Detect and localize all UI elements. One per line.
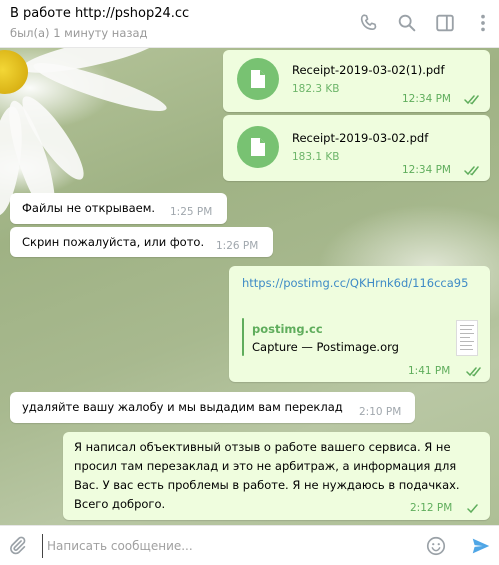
phone-icon[interactable] — [358, 12, 380, 34]
incoming-message[interactable]: удаляйте вашу жалобу и мы выдадим вам пе… — [10, 392, 415, 423]
message-composer — [0, 525, 499, 565]
file-name[interactable]: Receipt-2019-03-02.pdf — [292, 131, 428, 145]
message-time: 2:10 PM — [359, 406, 402, 418]
message-time: 2:12 PM — [410, 502, 453, 514]
message-link[interactable]: https://postimg.cc/QKHrnk6d/116cca95 — [242, 276, 468, 290]
more-icon[interactable] — [472, 12, 494, 34]
search-icon[interactable] — [396, 12, 418, 34]
message-input[interactable] — [42, 534, 419, 558]
file-size: 183.1 KB — [292, 151, 340, 163]
message-time: 1:25 PM — [170, 206, 213, 218]
outgoing-message[interactable]: Я написал объективный отзыв о работе ваш… — [63, 432, 490, 520]
link-message[interactable]: https://postimg.cc/QKHrnk6d/116cca95 pos… — [229, 266, 490, 382]
attach-icon[interactable] — [6, 535, 28, 557]
incoming-message[interactable]: Скрин пожалуйста, или фото. 1:26 PM — [10, 227, 273, 257]
message-time: 12:34 PM — [402, 164, 451, 176]
file-name[interactable]: Receipt-2019-03-02(1).pdf — [292, 63, 445, 77]
link-preview-thumbnail[interactable] — [456, 320, 478, 356]
sent-checkmark-icon — [467, 504, 478, 514]
message-time: 12:34 PM — [402, 93, 451, 105]
message-text-line: Всего доброго. — [74, 497, 166, 511]
chat-area[interactable]: Receipt-2019-03-02(1).pdf 182.3 KB 12:34… — [0, 48, 499, 525]
chat-header: В работе http://pshop24.cc был(а) 1 мину… — [0, 0, 499, 48]
link-preview-site[interactable]: postimg.cc — [252, 322, 323, 336]
message-text-line: просил там перезаклад и это не арбитраж,… — [74, 459, 457, 473]
message-time: 1:41 PM — [408, 365, 451, 377]
sidebar-icon[interactable] — [434, 12, 456, 34]
file-message[interactable]: Receipt-2019-03-02(1).pdf 182.3 KB 12:34… — [223, 50, 490, 112]
read-checkmarks-icon — [466, 367, 481, 377]
message-text: Файлы не открываем. — [22, 201, 156, 215]
read-checkmarks-icon — [464, 166, 479, 176]
file-icon[interactable] — [237, 58, 279, 100]
file-message[interactable]: Receipt-2019-03-02.pdf 183.1 KB 12:34 PM — [223, 115, 490, 181]
chat-title[interactable]: В работе http://pshop24.cc — [10, 6, 189, 21]
file-icon[interactable] — [237, 126, 279, 168]
message-text: Скрин пожалуйста, или фото. — [22, 235, 205, 249]
message-time: 1:26 PM — [216, 240, 259, 252]
incoming-message[interactable]: Файлы не открываем. 1:25 PM — [10, 193, 227, 224]
message-text: удаляйте вашу жалобу и мы выдадим вам пе… — [22, 400, 343, 414]
link-preview-title[interactable]: Capture — Postimage.org — [252, 340, 399, 354]
message-text-line: Вас. У вас есть проблемы в работе. Я не … — [74, 478, 460, 492]
emoji-icon[interactable] — [425, 535, 447, 557]
chat-status: был(а) 1 минуту назад — [10, 26, 148, 40]
read-checkmarks-icon — [464, 95, 479, 105]
send-icon[interactable] — [470, 535, 492, 557]
message-text-line: Я написал объективный отзыв о работе ваш… — [74, 440, 451, 454]
link-preview-bar — [242, 318, 244, 356]
file-size: 182.3 KB — [292, 83, 340, 95]
